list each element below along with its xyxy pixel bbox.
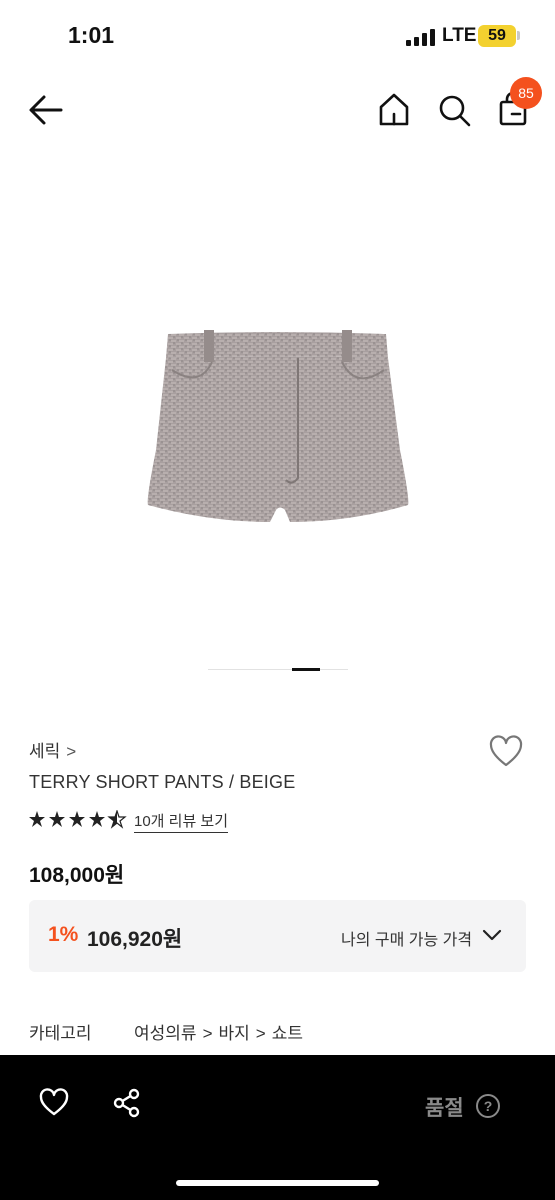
pager-track: [208, 669, 348, 670]
home-icon: [379, 93, 409, 126]
product-price: 108,000원: [29, 864, 125, 887]
home-indicator: [176, 1180, 379, 1186]
my-price-label: 나의 구매 가능 가격: [341, 932, 473, 949]
breadcrumb-separator: >: [255, 1024, 266, 1043]
star-icon: [69, 811, 85, 827]
category-label: 카테고리: [29, 1024, 92, 1043]
shorts-illustration: [147, 330, 409, 522]
image-pager: [208, 668, 348, 672]
category-link-2[interactable]: 바지: [219, 1024, 250, 1043]
breadcrumb-separator: >: [202, 1024, 213, 1043]
back-button[interactable]: [26, 92, 66, 128]
help-icon[interactable]: ?: [476, 1094, 500, 1118]
signal-icon: [406, 28, 436, 46]
home-button[interactable]: [376, 90, 412, 130]
product-image[interactable]: [0, 300, 555, 560]
chevron-down-icon[interactable]: [481, 927, 503, 943]
star-icon: [89, 811, 105, 827]
category-link-1[interactable]: 여성의류: [134, 1024, 197, 1043]
arrow-left-icon: [29, 95, 63, 125]
share-icon: [113, 1088, 140, 1118]
status-time: 1:01: [68, 22, 115, 48]
cart-count-badge: 85: [510, 77, 542, 109]
brand-name: 세릭: [29, 742, 61, 761]
battery-tip: [517, 31, 520, 40]
discount-rate: 1%: [48, 923, 79, 946]
brand-link[interactable]: 세릭 >: [29, 737, 76, 762]
heart-outline-icon: [489, 735, 523, 767]
star-icon: [49, 811, 65, 827]
product-name: TERRY SHORT PANTS / BEIGE: [29, 772, 296, 792]
network-type: LTE: [442, 25, 477, 46]
rating-stars: [29, 810, 127, 829]
like-button[interactable]: [38, 1088, 70, 1118]
wishlist-button[interactable]: [488, 735, 524, 769]
bottom-action-bar: [0, 1055, 555, 1200]
category-link-3[interactable]: 쇼트: [272, 1024, 303, 1043]
review-link[interactable]: 10개 리뷰 보기: [134, 810, 229, 833]
pager-thumb: [292, 668, 320, 671]
search-icon: [439, 95, 471, 127]
heart-icon: [39, 1088, 69, 1116]
category-breadcrumb: 여성의류 > 바지 > 쇼트: [134, 1019, 303, 1044]
star-icon: [29, 811, 45, 827]
half-star-icon: [107, 810, 127, 829]
search-button[interactable]: [436, 90, 474, 130]
battery-icon: 59: [478, 25, 516, 47]
discount-price: 106,920원: [87, 928, 183, 951]
soldout-status: 품절: [425, 1097, 464, 1120]
chevron-right-icon: >: [66, 742, 77, 761]
share-button[interactable]: [112, 1087, 142, 1119]
